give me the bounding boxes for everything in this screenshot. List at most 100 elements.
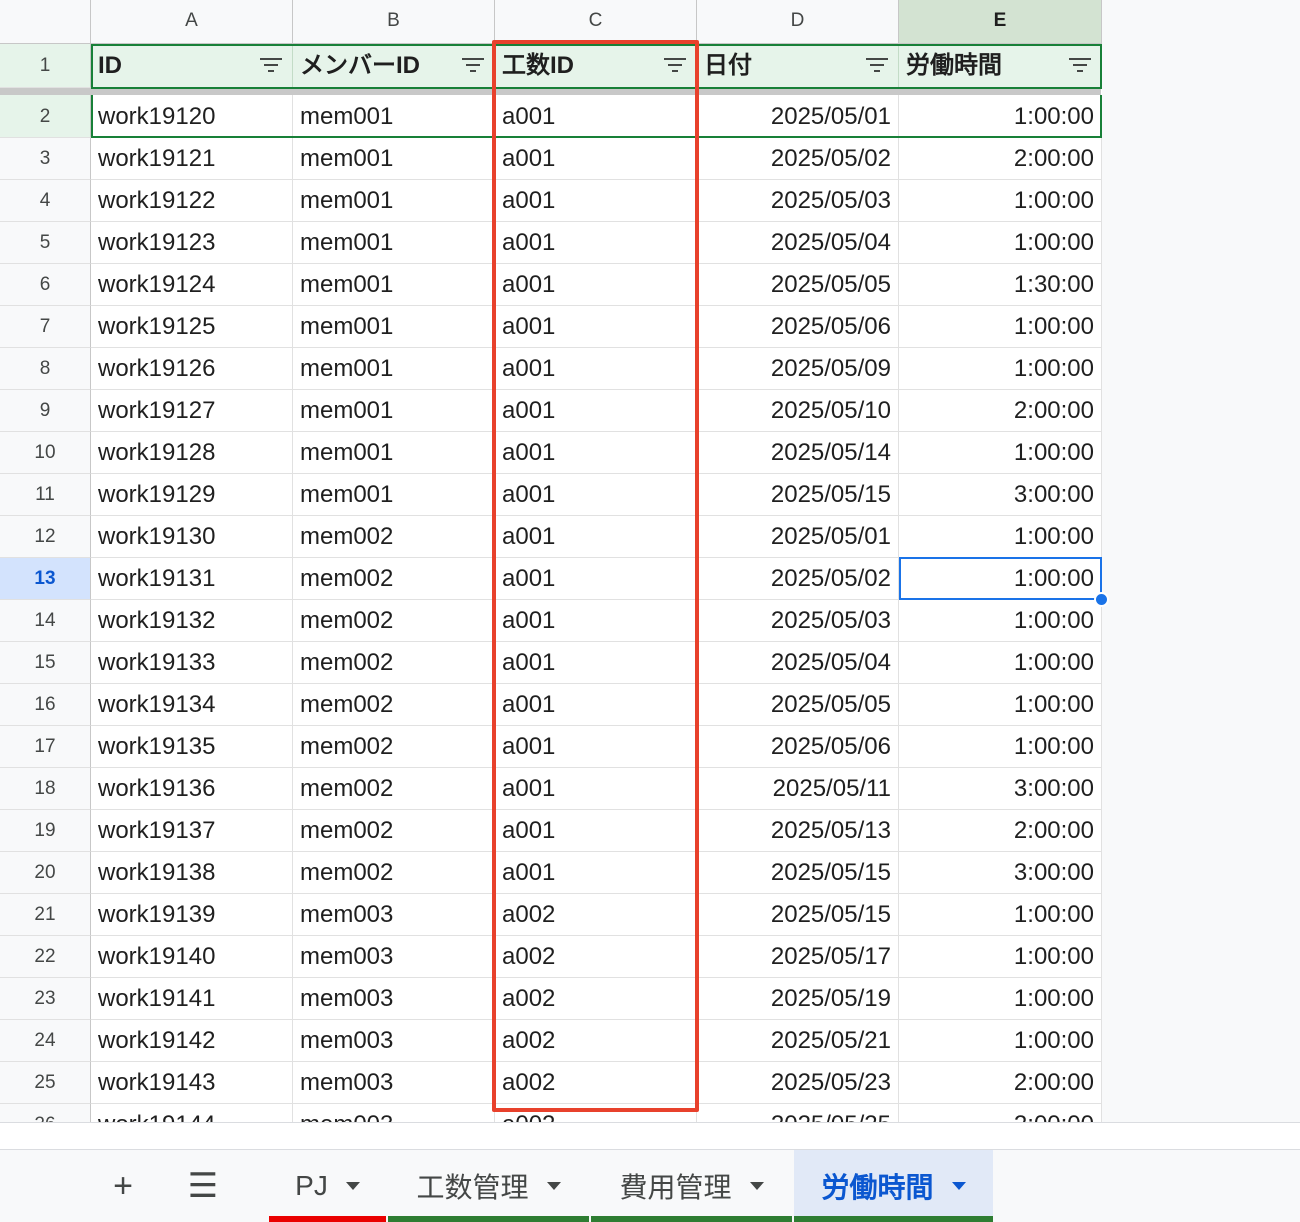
cell-c17[interactable]: a001 xyxy=(495,726,697,768)
sheet-tab-4[interactable]: 労働時間 xyxy=(794,1150,993,1222)
row-header-1[interactable]: 1 xyxy=(0,44,91,88)
cell-e4[interactable]: 1:00:00 xyxy=(899,180,1102,222)
column-header-a[interactable]: A xyxy=(91,0,293,44)
cell-d19[interactable]: 2025/05/13 xyxy=(697,810,899,852)
cell-b22[interactable]: mem003 xyxy=(293,936,495,978)
row-header-12[interactable]: 12 xyxy=(0,516,91,558)
cell-b17[interactable]: mem002 xyxy=(293,726,495,768)
cell-d26[interactable]: 2025/05/25 xyxy=(697,1104,899,1122)
cell-c22[interactable]: a002 xyxy=(495,936,697,978)
sheet-tab-2[interactable]: 工数管理 xyxy=(388,1150,589,1222)
header-cell-e[interactable]: 労働時間 xyxy=(899,44,1102,88)
cell-e17[interactable]: 1:00:00 xyxy=(899,726,1102,768)
cell-d7[interactable]: 2025/05/06 xyxy=(697,306,899,348)
cell-e23[interactable]: 1:00:00 xyxy=(899,978,1102,1020)
cell-c16[interactable]: a001 xyxy=(495,684,697,726)
chevron-down-icon[interactable] xyxy=(546,1182,561,1190)
cell-b7[interactable]: mem001 xyxy=(293,306,495,348)
header-cell-b[interactable]: メンバーID xyxy=(293,44,495,88)
column-header-c[interactable]: C xyxy=(495,0,697,44)
column-header-b[interactable]: B xyxy=(293,0,495,44)
cell-b23[interactable]: mem003 xyxy=(293,978,495,1020)
cell-c8[interactable]: a001 xyxy=(495,348,697,390)
cell-d25[interactable]: 2025/05/23 xyxy=(697,1062,899,1104)
cell-b5[interactable]: mem001 xyxy=(293,222,495,264)
cell-a21[interactable]: work19139 xyxy=(91,894,293,936)
cell-c10[interactable]: a001 xyxy=(495,432,697,474)
cell-d17[interactable]: 2025/05/06 xyxy=(697,726,899,768)
cell-e7[interactable]: 1:00:00 xyxy=(899,306,1102,348)
cell-a5[interactable]: work19123 xyxy=(91,222,293,264)
cell-c15[interactable]: a001 xyxy=(495,642,697,684)
cell-b6[interactable]: mem001 xyxy=(293,264,495,306)
row-header-17[interactable]: 17 xyxy=(0,726,91,768)
cell-d8[interactable]: 2025/05/09 xyxy=(697,348,899,390)
cell-d10[interactable]: 2025/05/14 xyxy=(697,432,899,474)
cell-e25[interactable]: 2:00:00 xyxy=(899,1062,1102,1104)
cell-e26[interactable]: 2:00:00 xyxy=(899,1104,1102,1122)
cell-a2[interactable]: work19120 xyxy=(91,95,293,138)
cell-b25[interactable]: mem003 xyxy=(293,1062,495,1104)
filter-icon[interactable] xyxy=(866,58,888,74)
cell-c26[interactable]: a002 xyxy=(495,1104,697,1122)
cell-b10[interactable]: mem001 xyxy=(293,432,495,474)
cell-e8[interactable]: 1:00:00 xyxy=(899,348,1102,390)
cell-d2[interactable]: 2025/05/01 xyxy=(697,95,899,138)
cell-b12[interactable]: mem002 xyxy=(293,516,495,558)
cell-e3[interactable]: 2:00:00 xyxy=(899,138,1102,180)
cell-d13[interactable]: 2025/05/02 xyxy=(697,558,899,600)
cell-d15[interactable]: 2025/05/04 xyxy=(697,642,899,684)
cell-e16[interactable]: 1:00:00 xyxy=(899,684,1102,726)
cell-e6[interactable]: 1:30:00 xyxy=(899,264,1102,306)
cell-c12[interactable]: a001 xyxy=(495,516,697,558)
cell-c23[interactable]: a002 xyxy=(495,978,697,1020)
cell-a18[interactable]: work19136 xyxy=(91,768,293,810)
row-header-24[interactable]: 24 xyxy=(0,1020,91,1062)
cell-c6[interactable]: a001 xyxy=(495,264,697,306)
cell-e19[interactable]: 2:00:00 xyxy=(899,810,1102,852)
cell-c11[interactable]: a001 xyxy=(495,474,697,516)
row-header-26[interactable]: 26 xyxy=(0,1104,91,1122)
cell-c7[interactable]: a001 xyxy=(495,306,697,348)
filter-icon[interactable] xyxy=(664,58,686,74)
cell-a19[interactable]: work19137 xyxy=(91,810,293,852)
filter-icon[interactable] xyxy=(462,58,484,74)
cell-b19[interactable]: mem002 xyxy=(293,810,495,852)
row-header-18[interactable]: 18 xyxy=(0,768,91,810)
row-header-25[interactable]: 25 xyxy=(0,1062,91,1104)
cell-b9[interactable]: mem001 xyxy=(293,390,495,432)
cell-b16[interactable]: mem002 xyxy=(293,684,495,726)
cell-a7[interactable]: work19125 xyxy=(91,306,293,348)
row-header-7[interactable]: 7 xyxy=(0,306,91,348)
cell-d14[interactable]: 2025/05/03 xyxy=(697,600,899,642)
chevron-down-icon[interactable] xyxy=(749,1182,764,1190)
row-header-20[interactable]: 20 xyxy=(0,852,91,894)
cell-a23[interactable]: work19141 xyxy=(91,978,293,1020)
cell-a13[interactable]: work19131 xyxy=(91,558,293,600)
cell-d9[interactable]: 2025/05/10 xyxy=(697,390,899,432)
row-header-3[interactable]: 3 xyxy=(0,138,91,180)
cell-c2[interactable]: a001 xyxy=(495,95,697,138)
cell-a16[interactable]: work19134 xyxy=(91,684,293,726)
cell-d21[interactable]: 2025/05/15 xyxy=(697,894,899,936)
cell-b24[interactable]: mem003 xyxy=(293,1020,495,1062)
cell-c14[interactable]: a001 xyxy=(495,600,697,642)
fill-handle[interactable] xyxy=(1094,592,1109,607)
cell-c5[interactable]: a001 xyxy=(495,222,697,264)
cell-e15[interactable]: 1:00:00 xyxy=(899,642,1102,684)
filter-icon[interactable] xyxy=(260,58,282,74)
cell-d11[interactable]: 2025/05/15 xyxy=(697,474,899,516)
row-header-4[interactable]: 4 xyxy=(0,180,91,222)
cell-b3[interactable]: mem001 xyxy=(293,138,495,180)
cell-b13[interactable]: mem002 xyxy=(293,558,495,600)
cell-a10[interactable]: work19128 xyxy=(91,432,293,474)
cell-a9[interactable]: work19127 xyxy=(91,390,293,432)
cell-c4[interactable]: a001 xyxy=(495,180,697,222)
column-header-e[interactable]: E xyxy=(899,0,1102,44)
filter-icon[interactable] xyxy=(1069,58,1091,74)
select-all-corner[interactable] xyxy=(0,0,91,44)
header-cell-d[interactable]: 日付 xyxy=(697,44,899,88)
cell-e20[interactable]: 3:00:00 xyxy=(899,852,1102,894)
cell-e12[interactable]: 1:00:00 xyxy=(899,516,1102,558)
row-header-5[interactable]: 5 xyxy=(0,222,91,264)
